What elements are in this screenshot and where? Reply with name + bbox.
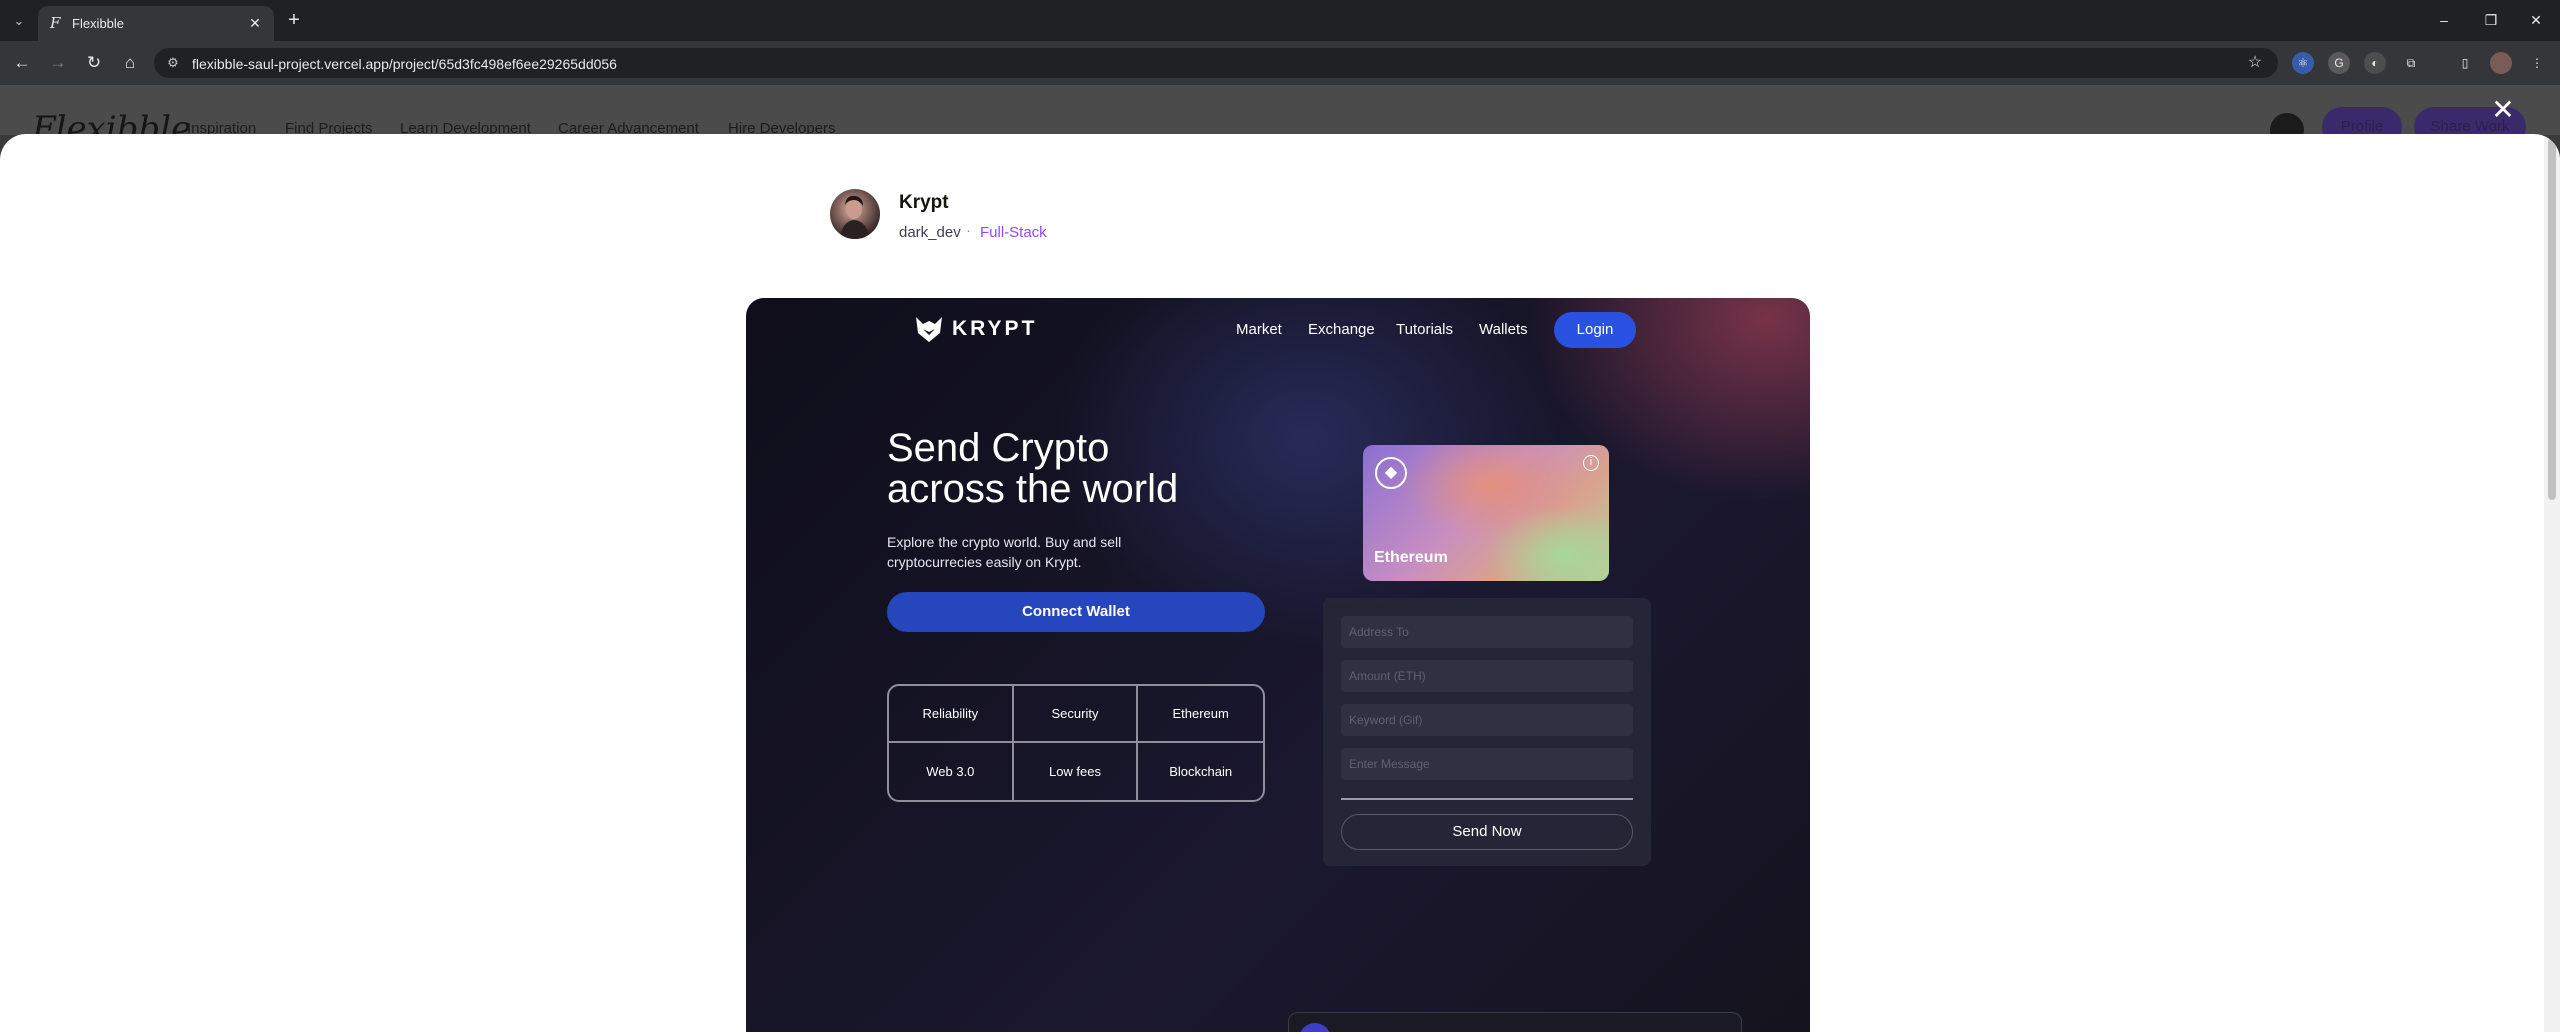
message-field: Enter Message xyxy=(1341,748,1633,780)
keyword-field: Keyword (Gif) xyxy=(1341,704,1633,736)
krypt-send-now-button: Send Now xyxy=(1341,814,1633,850)
krypt-nav-wallets: Wallets xyxy=(1479,321,1528,338)
project-modal: Krypt dark_dev · Full-Stack KRYPT Market… xyxy=(0,134,2560,1032)
tab-close-icon[interactable]: ✕ xyxy=(246,14,264,32)
site-navbar: Flexibble Inspiration Find Projects Lear… xyxy=(0,85,2560,149)
krypt-nav-tutorials: Tutorials xyxy=(1396,321,1453,338)
krypt-login-button: Login xyxy=(1554,312,1636,348)
krypt-send-form: Address To Amount (ETH) Keyword (Gif) En… xyxy=(1323,598,1651,866)
extensions-puzzle-icon[interactable]: ⧉ xyxy=(2400,52,2422,74)
project-title: Krypt xyxy=(899,192,949,213)
author-name-link[interactable]: dark_dev xyxy=(899,224,961,241)
react-devtools-extension-icon[interactable]: ⚛ xyxy=(2292,52,2314,74)
browser-profile-avatar[interactable] xyxy=(2490,52,2512,74)
modal-scrollbar[interactable] xyxy=(2544,134,2560,1032)
minimize-window-button[interactable]: – xyxy=(2430,8,2458,32)
author-avatar[interactable] xyxy=(830,189,880,239)
krypt-logo-text: KRYPT xyxy=(952,317,1038,340)
krypt-headline-line-2: across the world xyxy=(887,467,1179,511)
side-panel-icon[interactable]: ▯ xyxy=(2454,52,2476,74)
project-preview-image: KRYPT Market Exchange Tutorials Wallets … xyxy=(746,298,1810,1032)
feature-cell: Low fees xyxy=(1014,743,1139,800)
address-to-field: Address To xyxy=(1341,616,1633,648)
site-info-icon[interactable]: ⚙ xyxy=(164,54,182,72)
new-tab-button[interactable]: + xyxy=(282,9,306,33)
krypt-subtitle: Explore the crypto world. Buy and sell c… xyxy=(887,534,1122,570)
close-modal-icon[interactable]: ✕ xyxy=(2490,96,2516,124)
flexibble-favicon-icon: F xyxy=(50,14,61,32)
krypt-nav-exchange: Exchange xyxy=(1308,321,1375,338)
info-icon: i xyxy=(1583,455,1599,471)
feature-cell: Ethereum xyxy=(1138,686,1263,743)
krypt-features-grid: Reliability Security Ethereum Web 3.0 Lo… xyxy=(887,684,1265,802)
feature-cell: Web 3.0 xyxy=(889,743,1014,800)
restore-window-button[interactable]: ❐ xyxy=(2477,8,2505,32)
address-bar[interactable]: ⚙ flexibble-saul-project.vercel.app/proj… xyxy=(154,48,2278,78)
separator-dot: · xyxy=(966,222,971,239)
browser-menu-icon[interactable]: ⋮ xyxy=(2526,52,2548,74)
form-divider xyxy=(1341,798,1633,800)
krypt-logo: KRYPT xyxy=(914,314,1037,344)
grammarly-extension-icon[interactable]: G xyxy=(2328,52,2350,74)
transaction-avatar xyxy=(1299,1023,1331,1032)
author-photo-icon xyxy=(840,195,870,239)
card-label: Ethereum xyxy=(1374,549,1448,566)
feature-cell: Reliability xyxy=(889,686,1014,743)
ethereum-icon: ◆ xyxy=(1375,457,1407,489)
krypt-ethereum-card: ◆ i Ethereum xyxy=(1363,445,1609,581)
tab-title: Flexibble xyxy=(72,16,125,31)
scrollbar-thumb[interactable] xyxy=(2548,138,2556,500)
krypt-headline-line-1: Send Crypto xyxy=(887,426,1110,470)
forward-arrow-icon[interactable]: → xyxy=(46,51,70,75)
home-icon[interactable]: ⌂ xyxy=(118,51,142,75)
browser-toolbar: ← → ↻ ⌂ ⚙ flexibble-saul-project.vercel.… xyxy=(0,41,2560,85)
krypt-fox-icon xyxy=(916,317,942,342)
krypt-connect-wallet-button: Connect Wallet xyxy=(887,592,1265,632)
reload-icon[interactable]: ↻ xyxy=(82,51,106,75)
krypt-transaction-card xyxy=(1288,1012,1742,1032)
krypt-headline: Send Crypto across the world xyxy=(887,428,1267,510)
amount-field: Amount (ETH) xyxy=(1341,660,1633,692)
feature-cell: Blockchain xyxy=(1169,764,1233,779)
bookmark-star-icon[interactable]: ☆ xyxy=(2244,52,2266,74)
back-arrow-icon[interactable]: ← xyxy=(10,51,34,75)
krypt-nav-market: Market xyxy=(1236,321,1282,338)
browser-tab-active[interactable]: F Flexibble ✕ xyxy=(38,6,274,41)
browser-tab-strip: ⌄ F Flexibble ✕ + – ❐ ✕ xyxy=(0,0,2560,41)
category-link[interactable]: Full-Stack xyxy=(980,224,1047,241)
url-text[interactable]: flexibble-saul-project.vercel.app/projec… xyxy=(192,56,617,72)
tab-search-chevron-icon[interactable]: ⌄ xyxy=(8,10,30,32)
feature-cell: Security xyxy=(1013,686,1139,743)
redux-extension-icon[interactable]: ◐ xyxy=(2364,52,2386,74)
close-window-button[interactable]: ✕ xyxy=(2522,8,2550,32)
